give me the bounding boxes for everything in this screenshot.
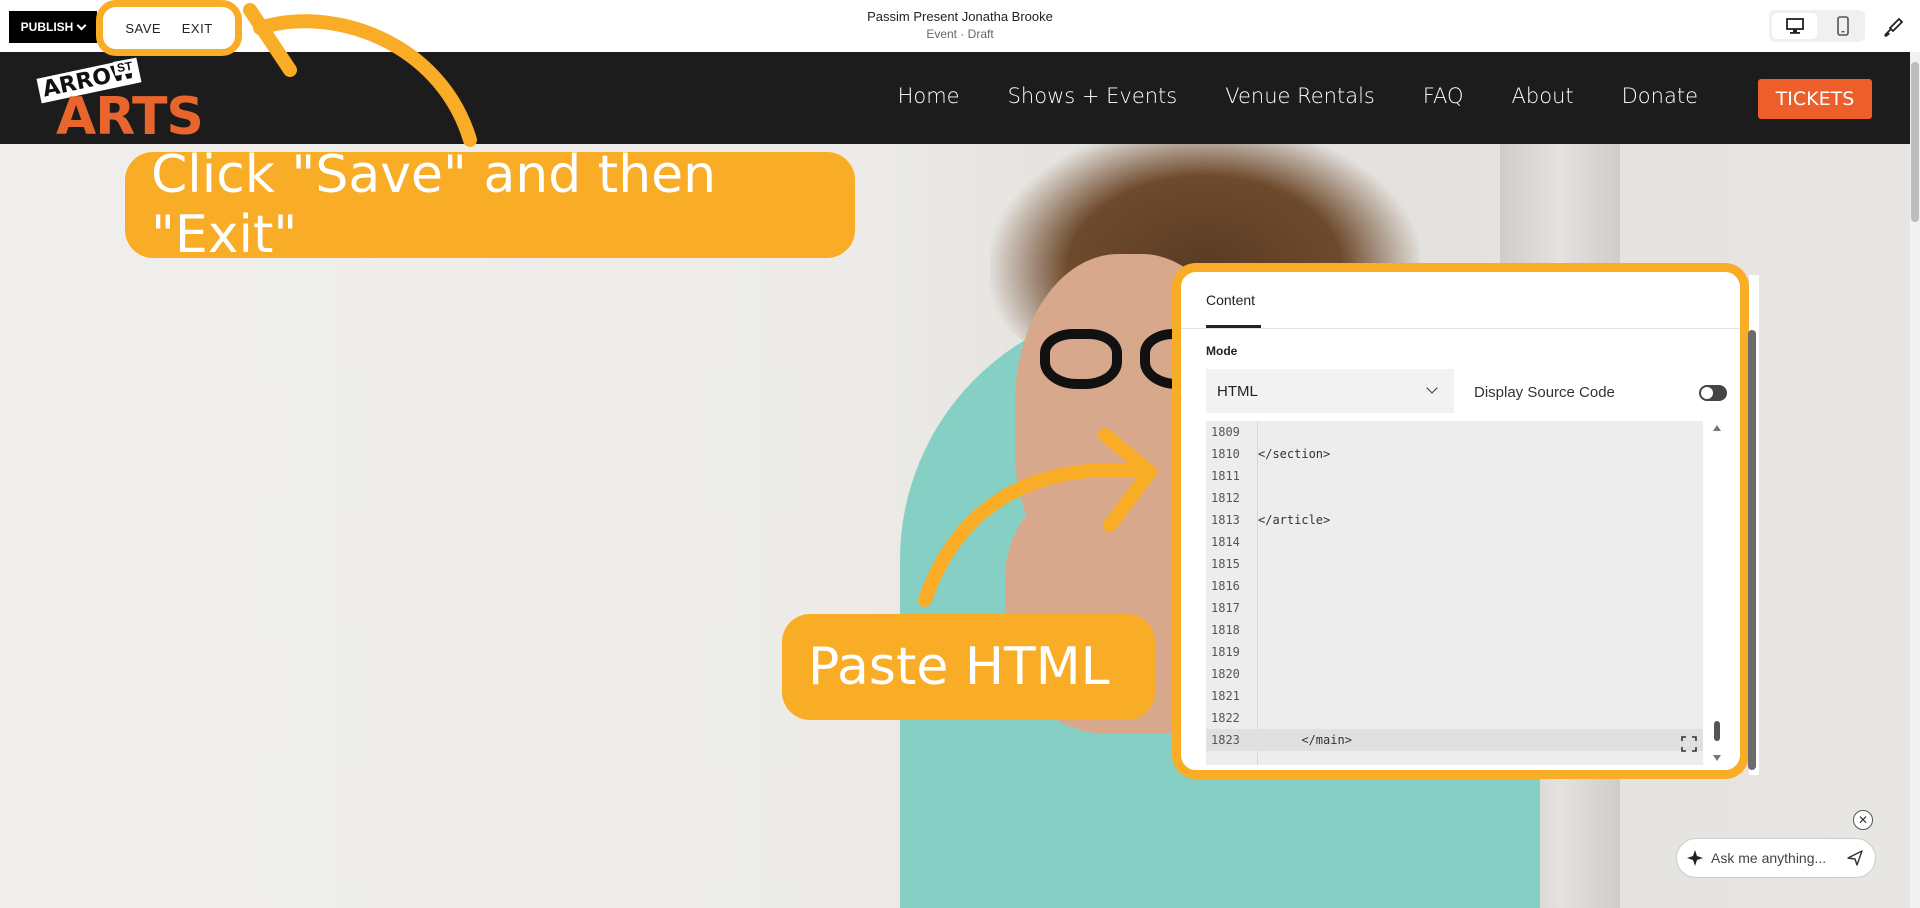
- close-icon: ✕: [1857, 813, 1869, 827]
- mobile-view-button[interactable]: [1820, 10, 1865, 42]
- code-scrollbar[interactable]: [1711, 421, 1723, 765]
- line-number: 1820: [1211, 667, 1240, 681]
- editor-toolbar: PUBLISH Passim Present Jonatha Brooke Ev…: [0, 0, 1920, 52]
- display-source-label: Display Source Code: [1474, 384, 1615, 401]
- save-button[interactable]: SAVE: [125, 21, 161, 36]
- tab-divider: [1181, 328, 1740, 329]
- mode-select[interactable]: HTML: [1206, 369, 1454, 413]
- site-header: ARROW ST ARTS Home Shows + Events Venue …: [0, 52, 1910, 144]
- publish-label: PUBLISH: [20, 20, 74, 34]
- assistant-placeholder: Ask me anything...: [1711, 850, 1827, 866]
- line-number: 1815: [1211, 557, 1240, 571]
- mobile-icon: [1836, 16, 1849, 36]
- line-number: 1817: [1211, 601, 1240, 615]
- line-number: 1821: [1211, 689, 1240, 703]
- nav-donate[interactable]: Donate: [1622, 84, 1698, 108]
- chevron-down-icon: [76, 20, 87, 30]
- code-line: 1819: [1206, 641, 1703, 663]
- code-line: 1814: [1206, 531, 1703, 553]
- code-line: 1818: [1206, 619, 1703, 641]
- line-number: 1811: [1211, 469, 1240, 483]
- page-title: Passim Present Jonatha Brooke Event · Dr…: [760, 9, 1160, 41]
- code-line: 1810 </section>: [1206, 443, 1703, 465]
- desktop-view-button[interactable]: [1772, 13, 1817, 39]
- site-logo[interactable]: ARROW ST ARTS: [34, 57, 204, 144]
- mode-label: Mode: [1206, 344, 1238, 358]
- display-source-toggle[interactable]: [1699, 385, 1727, 401]
- code-line-active: 1823 </main>: [1206, 729, 1703, 751]
- code-line: 1812: [1206, 487, 1703, 509]
- line-number: 1823: [1211, 733, 1240, 747]
- line-number: 1809: [1211, 425, 1240, 439]
- send-icon[interactable]: [1847, 850, 1863, 866]
- main-navigation: Home Shows + Events Venue Rentals FAQ Ab…: [898, 84, 1698, 108]
- tab-content[interactable]: Content: [1206, 292, 1255, 308]
- line-text: </main>: [1258, 733, 1352, 747]
- line-number: 1822: [1211, 711, 1240, 725]
- assistant-close-button[interactable]: ✕: [1853, 810, 1873, 830]
- paste-html-callout: Paste HTML: [782, 614, 1155, 720]
- paintbrush-icon: [1884, 17, 1904, 37]
- nav-venue-rentals[interactable]: Venue Rentals: [1225, 84, 1375, 108]
- code-editor[interactable]: 1809 1810 </section> 1811 1812 1813 </arti…: [1206, 421, 1703, 765]
- sparkle-icon: [1687, 850, 1703, 866]
- line-number: 1814: [1211, 535, 1240, 549]
- fullscreen-icon[interactable]: [1681, 736, 1697, 752]
- nav-home[interactable]: Home: [898, 84, 960, 108]
- hero-glasses-left: [1040, 329, 1122, 389]
- line-number: 1818: [1211, 623, 1240, 637]
- publish-button[interactable]: PUBLISH: [9, 11, 97, 43]
- page-status: Event · Draft: [926, 27, 994, 41]
- line-text: </article>: [1258, 513, 1331, 527]
- code-line: 1811: [1206, 465, 1703, 487]
- mode-select-value: HTML: [1217, 382, 1258, 400]
- code-line: 1822: [1206, 707, 1703, 729]
- logo-arts-text: ARTS: [56, 87, 204, 147]
- page-scrollbar[interactable]: [1910, 52, 1920, 908]
- desktop-icon: [1785, 18, 1804, 34]
- code-line: 1816: [1206, 575, 1703, 597]
- code-line: 1815: [1206, 553, 1703, 575]
- panel-scrollbar[interactable]: [1748, 330, 1756, 770]
- save-exit-callout: Click "Save" and then "Exit": [125, 145, 855, 265]
- nav-about[interactable]: About: [1512, 84, 1574, 108]
- nav-faq[interactable]: FAQ: [1423, 84, 1464, 108]
- line-number: 1812: [1211, 491, 1240, 505]
- tickets-button[interactable]: TICKETS: [1758, 79, 1872, 119]
- code-line: 1821: [1206, 685, 1703, 707]
- code-line: 1809: [1206, 421, 1703, 443]
- device-preview-toggle: [1769, 10, 1865, 42]
- code-line: 1813 </article>: [1206, 509, 1703, 531]
- content-panel: Content Mode HTML Display Source Code 18…: [1172, 263, 1749, 779]
- line-number: 1810: [1211, 447, 1240, 461]
- site-styles-button[interactable]: [1878, 12, 1908, 42]
- page-title-text: Passim Present Jonatha Brooke: [867, 9, 1053, 24]
- chevron-down-icon: [1426, 382, 1438, 394]
- line-number: 1819: [1211, 645, 1240, 659]
- line-number: 1816: [1211, 579, 1240, 593]
- line-number: 1813: [1211, 513, 1240, 527]
- code-line: 1820: [1206, 663, 1703, 685]
- nav-shows-events[interactable]: Shows + Events: [1008, 84, 1178, 108]
- save-exit-highlight: SAVE EXIT: [96, 0, 242, 56]
- line-text: </section>: [1258, 447, 1331, 461]
- page-scrollbar-thumb[interactable]: [1911, 62, 1919, 222]
- code-line: 1817: [1206, 597, 1703, 619]
- exit-button[interactable]: EXIT: [182, 21, 213, 36]
- assistant-input[interactable]: Ask me anything...: [1676, 838, 1876, 878]
